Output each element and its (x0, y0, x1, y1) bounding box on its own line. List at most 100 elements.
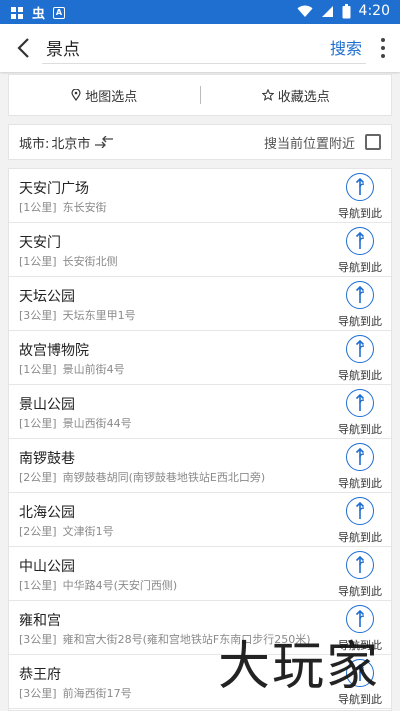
navigation-arrow-icon (346, 497, 374, 525)
navigate-here-button[interactable]: 导航到此 (337, 443, 383, 491)
place-list-item[interactable]: 恭王府 [3公里] 前海西街17号 导航到此 (9, 655, 391, 709)
navigate-here-button[interactable]: 导航到此 (337, 281, 383, 329)
place-distance: [3公里] (19, 633, 57, 646)
place-name: 北海公园 (19, 505, 75, 521)
place-detail: [1公里] 长安街北侧 (19, 253, 118, 269)
place-name: 恭王府 (19, 667, 61, 683)
place-list-item[interactable]: 景山公园 [1公里] 景山西街44号 导航到此 (9, 385, 391, 439)
more-menu-button[interactable] (380, 38, 386, 58)
switch-city-icon[interactable] (94, 136, 114, 148)
notification-grid-icon (10, 6, 24, 20)
place-detail: [1公里] 景山前街4号 (19, 361, 125, 377)
search-input[interactable] (46, 34, 316, 60)
place-address: 前海西街17号 (62, 687, 132, 700)
more-dot-icon (381, 54, 385, 58)
navigate-here-label: 导航到此 (338, 261, 382, 274)
place-list-item[interactable]: 雍和宫 [3公里] 雍和宫大街28号(雍和宫地铁站F东南口步行250米) 导航到此 (9, 601, 391, 655)
navigation-arrow-icon (346, 659, 374, 687)
place-list-item[interactable]: 中山公园 [1公里] 中华路4号(天安门西侧) 导航到此 (9, 547, 391, 601)
bug-app-icon: 虫 (32, 7, 46, 22)
place-detail: [1公里] 东长安街 (19, 199, 107, 215)
nearby-checkbox[interactable] (365, 134, 381, 150)
search-button[interactable]: 搜索 (330, 35, 362, 59)
navigate-here-button[interactable]: 导航到此 (337, 173, 383, 221)
place-name: 天坛公园 (19, 289, 75, 305)
navigate-here-label: 导航到此 (338, 639, 382, 652)
place-list-item[interactable]: 天安门广场 [1公里] 东长安街 导航到此 (9, 169, 391, 223)
place-detail: [3公里] 雍和宫大街28号(雍和宫地铁站F东南口步行250米) (19, 631, 311, 647)
place-name: 中山公园 (19, 559, 75, 575)
place-detail: [2公里] 文津街1号 (19, 523, 114, 539)
place-list-item[interactable]: 南锣鼓巷 [2公里] 南锣鼓巷胡同(南锣鼓巷地铁站E西北口旁) 导航到此 (9, 439, 391, 493)
navigate-here-button[interactable]: 导航到此 (337, 227, 383, 275)
pick-mode-card: 地图选点 收藏选点 (8, 74, 392, 116)
navigation-arrow-icon (346, 335, 374, 363)
navigation-arrow-icon (346, 551, 374, 579)
navigate-here-button[interactable]: 导航到此 (337, 659, 383, 707)
place-name: 南锣鼓巷 (19, 451, 75, 467)
map-pick-label: 地图选点 (85, 89, 138, 105)
place-list-item[interactable]: 北海公园 [2公里] 文津街1号 导航到此 (9, 493, 391, 547)
navigate-here-label: 导航到此 (338, 585, 382, 598)
navigate-here-button[interactable]: 导航到此 (337, 389, 383, 437)
place-distance: [2公里] (19, 525, 57, 538)
favorite-pick-label: 收藏选点 (277, 89, 330, 105)
clock: 4:20 (358, 3, 390, 19)
place-distance: [1公里] (19, 579, 57, 592)
place-address: 雍和宫大街28号(雍和宫地铁站F东南口步行250米) (62, 633, 311, 646)
favorite-pick-button[interactable]: 收藏选点 (201, 75, 392, 115)
search-box: 搜索 (42, 30, 366, 64)
navigate-here-label: 导航到此 (338, 693, 382, 706)
star-icon (261, 89, 274, 101)
place-detail: [1公里] 中华路4号(天安门西侧) (19, 577, 177, 593)
place-address: 景山前街4号 (62, 363, 125, 376)
more-dot-icon (381, 46, 385, 50)
map-pick-button[interactable]: 地图选点 (9, 75, 200, 115)
place-address: 长安街北侧 (62, 255, 118, 268)
place-list: 天安门广场 [1公里] 东长安街 导航到此 天安门 [1公里] 长安街北侧 导航到此 天坛公园[… (8, 168, 392, 711)
a-box-icon: A (53, 6, 66, 19)
city-name[interactable]: 北京市 (51, 133, 90, 152)
place-distance: [2公里] (19, 471, 57, 484)
back-button[interactable] (10, 34, 36, 62)
navigation-arrow-icon (346, 605, 374, 633)
place-detail: [3公里] 天坛东里甲1号 (19, 307, 136, 323)
place-name: 雍和宫 (19, 613, 61, 629)
navigate-here-label: 导航到此 (338, 207, 382, 220)
place-list-item[interactable]: 天安门 [1公里] 长安街北侧 导航到此 (9, 223, 391, 277)
place-list-item[interactable]: 故宫博物院 [1公里] 景山前街4号 导航到此 (9, 331, 391, 385)
place-distance: [3公里] (19, 687, 57, 700)
wifi-icon (297, 5, 313, 18)
signal-icon (321, 5, 334, 18)
place-address: 东长安街 (62, 201, 107, 214)
status-bar: 虫 A 4:20 (0, 0, 400, 24)
place-list-item[interactable]: 天坛公园 [3公里] 天坛东里甲1号 导航到此 (9, 277, 391, 331)
place-name: 天安门 (19, 235, 61, 251)
place-detail: [3公里] 前海西街17号 (19, 685, 132, 701)
nearby-toggle[interactable]: 搜当前位置附近 (264, 133, 381, 152)
more-dot-icon (381, 38, 385, 42)
place-name: 景山公园 (19, 397, 75, 413)
place-distance: [1公里] (19, 417, 57, 430)
navigate-here-button[interactable]: 导航到此 (337, 497, 383, 545)
place-distance: [1公里] (19, 363, 57, 376)
place-name: 天安门广场 (19, 181, 89, 197)
navigation-arrow-icon (346, 281, 374, 309)
navigate-here-label: 导航到此 (338, 423, 382, 436)
navigate-here-button[interactable]: 导航到此 (337, 335, 383, 383)
place-address: 景山西街44号 (62, 417, 132, 430)
search-toolbar: 搜索 (0, 24, 400, 72)
battery-icon (342, 3, 351, 19)
navigation-arrow-icon (346, 443, 374, 471)
place-detail: [1公里] 景山西街44号 (19, 415, 132, 431)
location-pin-icon (71, 89, 81, 101)
place-address: 天坛东里甲1号 (62, 309, 136, 322)
navigate-here-button[interactable]: 导航到此 (337, 605, 383, 653)
place-address: 南锣鼓巷胡同(南锣鼓巷地铁站E西北口旁) (62, 471, 266, 484)
place-distance: [1公里] (19, 201, 57, 214)
nearby-label: 搜当前位置附近 (263, 136, 355, 152)
navigate-here-label: 导航到此 (338, 315, 382, 328)
city-label: 城市: (19, 136, 50, 152)
back-arrow-icon (17, 38, 29, 58)
navigate-here-button[interactable]: 导航到此 (337, 551, 383, 599)
